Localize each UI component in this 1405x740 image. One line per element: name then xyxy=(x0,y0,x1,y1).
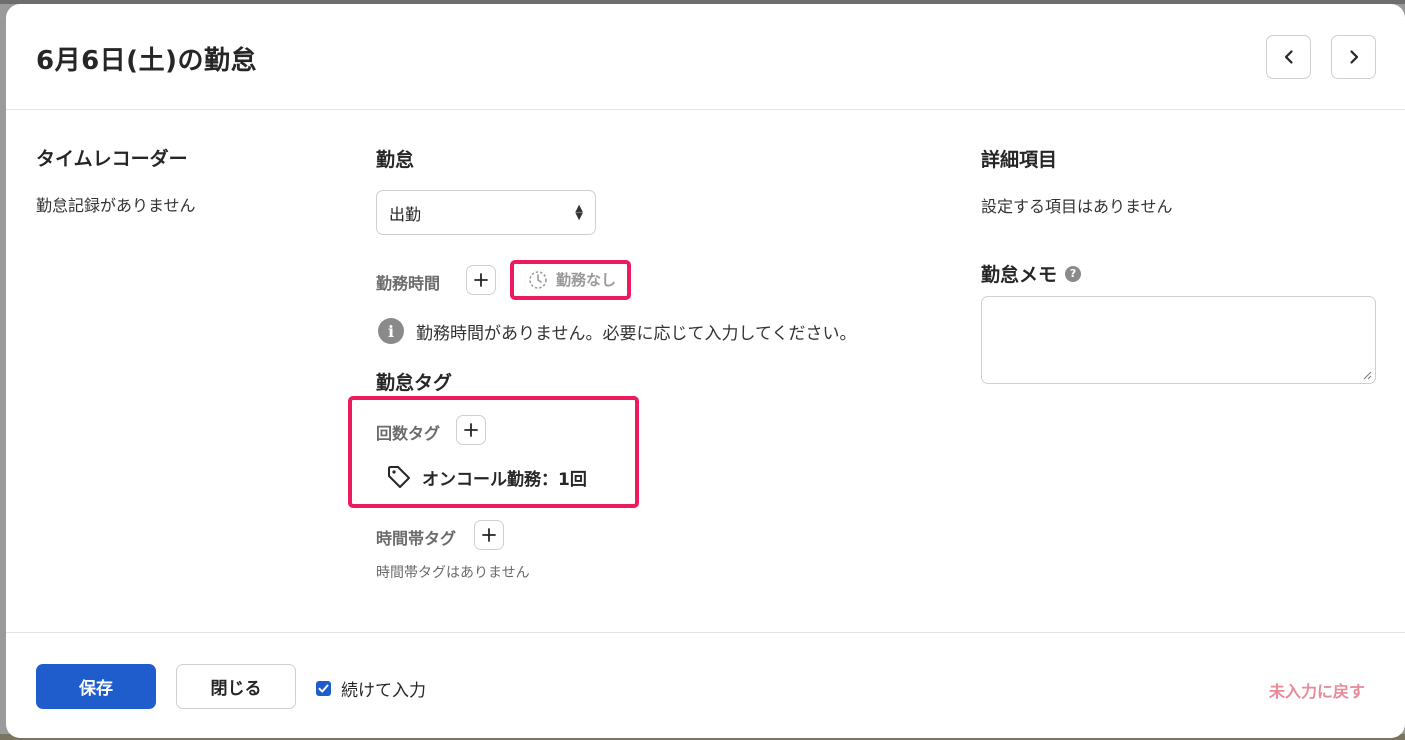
timeband-tag-empty: 時間帯タグはありません xyxy=(376,565,530,581)
revert-button[interactable]: 未入力に戻す xyxy=(1269,678,1365,702)
details-heading: 詳細項目 xyxy=(981,149,1058,171)
chevron-right-icon xyxy=(1349,50,1358,64)
details-empty: 設定する項目はありません xyxy=(981,197,1173,216)
modal-footer: 保存 閉じる 続けて入力 未入力に戻す xyxy=(6,632,1405,738)
count-tag-label: 回数タグ xyxy=(376,424,441,443)
page-title: 6月6日(土)の勤怠 xyxy=(36,46,257,76)
attendance-modal: 6月6日(土)の勤怠 タイムレコーダー 勤怠記録がありません 勤怠 出勤 ▲ ▼ … xyxy=(6,4,1405,738)
memo-heading-row: 勤怠メモ? xyxy=(981,260,1082,287)
attendance-type-select[interactable]: 出勤 ▲ ▼ xyxy=(376,190,596,235)
check-icon xyxy=(318,684,329,693)
no-work-label: 勤務なし xyxy=(556,271,617,289)
modal-header: 6月6日(土)の勤怠 xyxy=(6,4,1405,110)
help-icon[interactable]: ? xyxy=(1065,265,1082,282)
no-work-indicator: 勤務なし xyxy=(528,269,616,290)
continue-checkbox[interactable] xyxy=(316,681,331,696)
save-button[interactable]: 保存 xyxy=(36,664,156,709)
time-recorder-empty: 勤怠記録がありません xyxy=(36,196,196,215)
tag-icon xyxy=(388,466,410,488)
memo-textarea[interactable] xyxy=(981,296,1376,384)
continue-input-toggle[interactable]: 続けて入力 xyxy=(316,676,426,701)
count-tag-text: オンコール勤務：1回 xyxy=(422,469,587,490)
close-button[interactable]: 閉じる xyxy=(176,664,296,709)
time-recorder-heading: タイムレコーダー xyxy=(36,148,188,170)
highlight-count-tag xyxy=(348,396,639,508)
work-time-label: 勤務時間 xyxy=(376,274,441,293)
continue-label: 続けて入力 xyxy=(341,681,426,701)
add-count-tag-button[interactable] xyxy=(456,415,486,445)
prev-day-button[interactable] xyxy=(1266,35,1311,79)
resize-grip-icon[interactable] xyxy=(1363,371,1372,380)
work-time-info: i 勤務時間がありません。必要に応じて入力してください。 xyxy=(378,318,856,344)
attendance-heading: 勤怠 xyxy=(376,149,415,171)
add-timeband-tag-button[interactable] xyxy=(474,520,504,550)
count-tag-item[interactable]: オンコール勤務：1回 xyxy=(386,464,587,490)
plus-icon xyxy=(464,423,478,437)
work-time-info-text: 勤務時間がありません。必要に応じて入力してください。 xyxy=(416,323,857,344)
memo-heading: 勤怠メモ xyxy=(981,264,1058,286)
plus-icon xyxy=(474,273,488,287)
timeband-tag-label: 時間帯タグ xyxy=(376,529,457,548)
attendance-type-value: 出勤 xyxy=(389,204,422,224)
plus-icon xyxy=(482,528,496,542)
info-icon: i xyxy=(378,318,404,344)
next-day-button[interactable] xyxy=(1331,35,1376,79)
select-arrows-icon: ▲ ▼ xyxy=(575,202,583,222)
chevron-left-icon xyxy=(1284,50,1293,64)
add-work-time-button[interactable] xyxy=(466,265,496,295)
clock-icon xyxy=(529,270,547,289)
attendance-tags-heading: 勤怠タグ xyxy=(376,372,453,394)
